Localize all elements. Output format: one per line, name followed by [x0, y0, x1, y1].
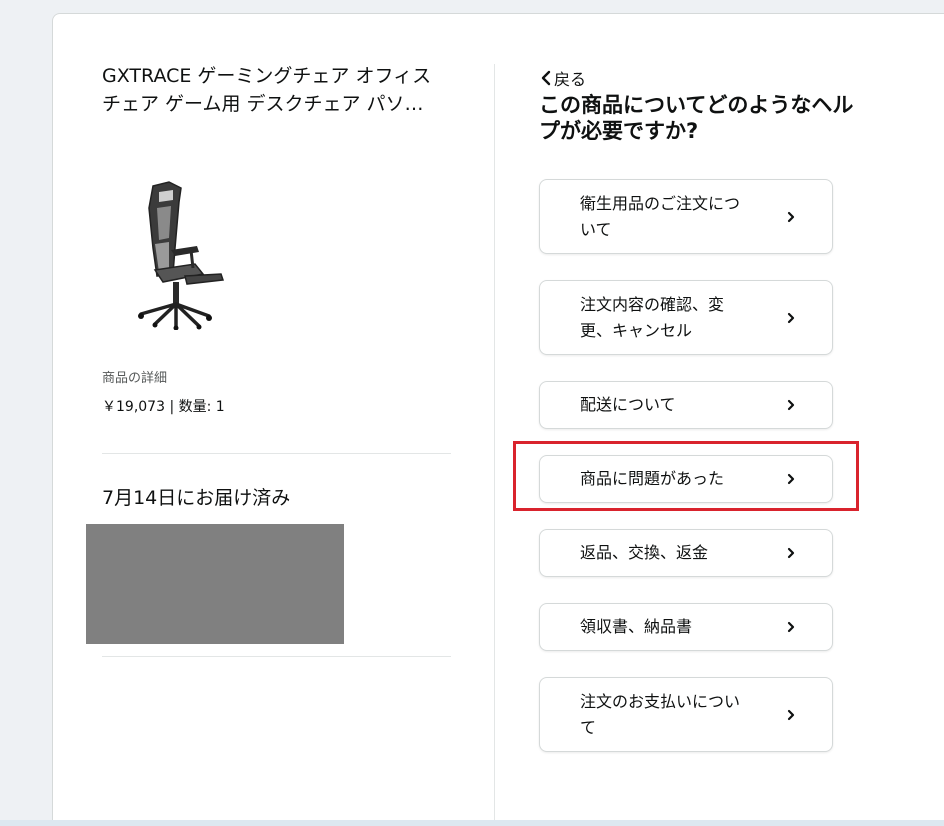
help-option-returns-refunds[interactable]: 返品、交換、返金 — [539, 529, 833, 577]
help-option-label-line1: 注文のお支払いについ — [580, 691, 741, 711]
help-option-label-line1: 返品、交換、返金 — [580, 543, 709, 562]
help-option-receipts-invoices[interactable]: 領収書、納品書 — [539, 603, 833, 651]
help-heading-line2: プが必要ですか? — [539, 119, 699, 143]
help-heading-line1: この商品についてどのようなヘル — [539, 93, 854, 117]
product-title[interactable]: GXTRACE ゲーミングチェア オフィス チェア ゲーム用 デスクチェア パソ… — [102, 62, 462, 118]
help-option-label-line1: 注文内容の確認、変 — [580, 294, 725, 314]
price: ￥19,073 — [102, 399, 165, 415]
highlight-annotation — [513, 441, 859, 511]
chevron-left-icon — [541, 70, 551, 86]
help-option-label-line2: て — [580, 717, 597, 737]
help-option-label-line1: 衛生用品のご注文につ — [580, 193, 741, 213]
help-option-label-line1: 領収書、納品書 — [580, 617, 693, 636]
help-option-order-change-cancel[interactable]: 注文内容の確認、変 更、キャンセル — [539, 280, 833, 355]
chevron-right-icon — [787, 547, 795, 559]
help-option-label-line2: 更、キャンセル — [580, 320, 693, 340]
chevron-right-icon — [787, 312, 795, 323]
page: GXTRACE ゲーミングチェア オフィス チェア ゲーム用 デスクチェア パソ… — [0, 0, 944, 826]
window-bottom-edge — [0, 820, 944, 826]
help-option-label-line1: 配送について — [580, 395, 676, 414]
gaming-chair-image[interactable] — [129, 178, 229, 330]
price-separator: | — [169, 399, 175, 415]
section-divider-bottom — [102, 656, 451, 657]
help-option-label: 注文のお支払いについ て — [580, 689, 770, 741]
quantity-label: 数量: — [178, 399, 212, 415]
help-option-label: 返品、交換、返金 — [580, 540, 770, 566]
quantity-value: 1 — [215, 399, 225, 415]
back-link[interactable]: 戻る — [539, 66, 586, 90]
help-option-label-line2: いて — [580, 219, 612, 239]
help-heading: この商品についてどのようなヘル プが必要ですか? — [539, 92, 899, 144]
help-option-delivery[interactable]: 配送について — [539, 381, 833, 429]
chevron-right-icon — [787, 211, 795, 222]
column-divider — [494, 64, 495, 822]
help-option-label: 注文内容の確認、変 更、キャンセル — [580, 292, 770, 344]
help-option-label: 領収書、納品書 — [580, 614, 770, 640]
chevron-right-icon — [787, 399, 795, 411]
help-option-hygiene-orders[interactable]: 衛生用品のご注文につ いて — [539, 179, 833, 254]
delivery-status: 7月14日にお届け済み — [102, 487, 291, 509]
price-quantity-row: ￥19,073 | 数量: 1 — [102, 396, 225, 416]
help-card: GXTRACE ゲーミングチェア オフィス チェア ゲーム用 デスクチェア パソ… — [52, 13, 944, 822]
product-details-label: 商品の詳細 — [102, 371, 168, 386]
back-link-label: 戻る — [554, 70, 587, 89]
product-title-line1: GXTRACE ゲーミングチェア オフィス — [102, 65, 432, 87]
help-option-label: 衛生用品のご注文につ いて — [580, 191, 770, 243]
redacted-block — [86, 524, 344, 644]
chevron-right-icon — [787, 621, 795, 633]
help-option-label: 配送について — [580, 392, 770, 418]
section-divider — [102, 453, 451, 454]
product-title-line2: チェア ゲーム用 デスクチェア パソ… — [102, 93, 424, 115]
chevron-right-icon — [787, 709, 795, 720]
help-option-payment[interactable]: 注文のお支払いについ て — [539, 677, 833, 752]
